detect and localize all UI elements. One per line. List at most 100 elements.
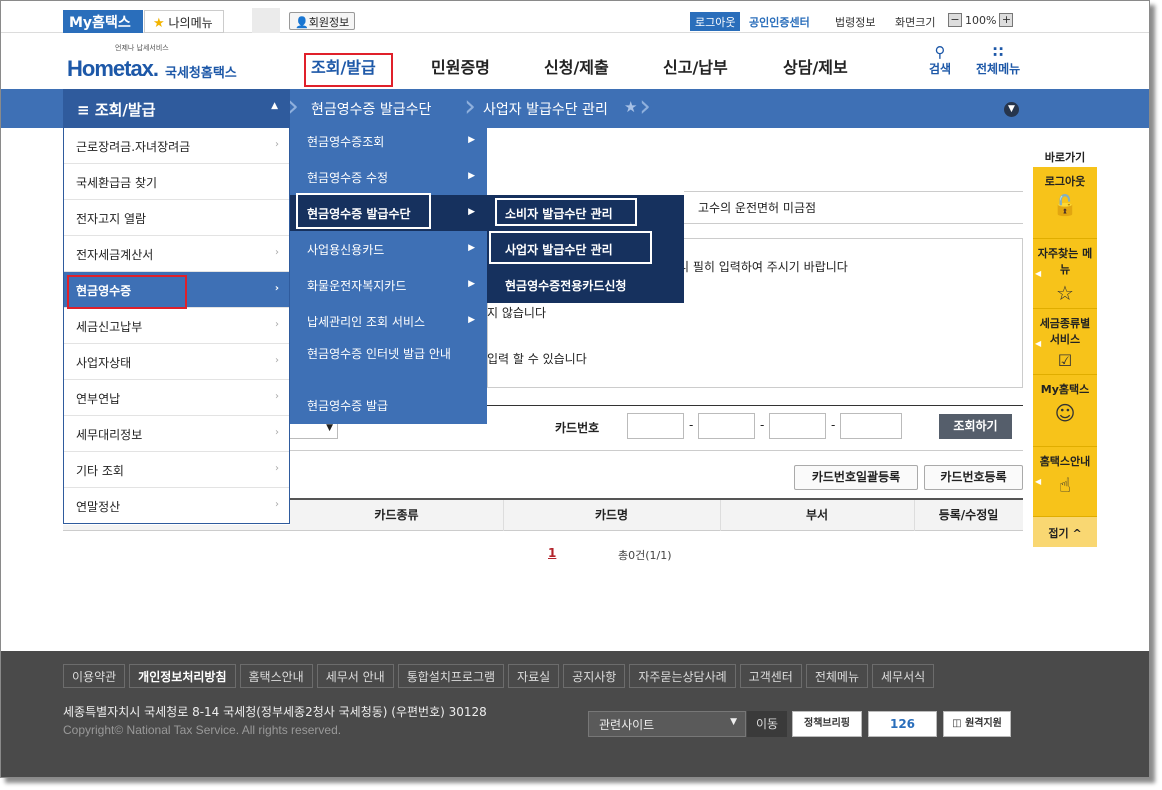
left-menu-item[interactable]: 근로장려금.자녀장려금 ›	[64, 128, 289, 164]
sub-menu-item[interactable]: 화물운전자복지카드 ▶	[290, 267, 487, 303]
left-menu-item[interactable]: 국세환급금 찾기	[64, 164, 289, 200]
footer-link[interactable]: 홈택스안내	[239, 664, 313, 688]
nav-civil-cert[interactable]: 민원증명	[431, 54, 490, 78]
quick-my-hometax-label: My홈택스	[1040, 383, 1090, 396]
hometax-logo[interactable]: 언제나 납세서비스 Hometax. 국세청홈택스	[63, 42, 253, 84]
chevron-down-icon: ▼	[730, 717, 737, 727]
left-menu-label: 세무대리정보	[76, 428, 143, 442]
footer-link[interactable]: 통합설치프로그램	[397, 664, 505, 688]
footer-link-privacy[interactable]: 개인정보처리방침	[129, 664, 236, 688]
menu-title-label: 조회/발급	[94, 101, 156, 119]
caret-right-icon: ▶	[468, 171, 475, 181]
chevron-down-icon[interactable]: ▼	[1004, 102, 1019, 117]
sub-menu-label: 현금영수증 발급	[307, 399, 389, 413]
quick-hometax-guide[interactable]: ◀ 홈택스안내 ☝	[1033, 447, 1097, 517]
sub-menu-label: 현금영수증조회	[307, 135, 385, 149]
chevron-right-icon: ›	[275, 499, 279, 510]
sub-menu-label: 사업용신용카드	[307, 243, 385, 257]
column-department: 부서	[805, 508, 829, 522]
left-menu-item[interactable]: 전자세금계산서 ›	[64, 236, 289, 272]
left-menu-item[interactable]: 전자고지 열람	[64, 200, 289, 236]
card-number-field-2[interactable]	[698, 413, 755, 439]
card-separator: -	[689, 418, 694, 432]
search-button[interactable]: ⚲ 검색	[929, 44, 951, 77]
left-menu-label: 연말정산	[76, 500, 121, 514]
footer-link[interactable]: 공지사항	[563, 664, 626, 688]
quick-fold-button[interactable]: 접기 ^	[1033, 517, 1097, 547]
card-number-field-1[interactable]	[627, 413, 684, 439]
quick-logout-label: 로그아웃	[1044, 175, 1086, 188]
column-card-type: 카드종류	[374, 508, 419, 522]
sub-menu-item[interactable]: 현금영수증 인터넷 발급 안내	[290, 341, 487, 385]
related-site-select[interactable]: 관련사이트 ▼	[588, 711, 746, 737]
highlight-box	[304, 53, 393, 87]
menu-title[interactable]: ≡ 조회/발급 ▲	[63, 89, 290, 128]
sub-menu-item[interactable]: 사업용신용카드 ▶	[290, 231, 487, 267]
sub-menu-item[interactable]: 현금영수증 발급	[290, 387, 487, 423]
sub-menu-item[interactable]: 납세관리인 조회 서비스 ▶	[290, 303, 487, 339]
member-info-button[interactable]: 👤회원정보	[289, 12, 356, 30]
logo-tagline: 언제나 납세서비스	[115, 44, 169, 52]
chevron-right-icon: ›	[275, 391, 279, 402]
my-menu-tab[interactable]: ★ 나의메뉴	[144, 10, 224, 33]
content-tab[interactable]: 고수의 운전면허 미금점	[684, 191, 1023, 224]
highlight-box	[495, 198, 637, 226]
zoom-level: 100%	[965, 13, 997, 27]
footer-link[interactable]: 전체메뉴	[805, 664, 869, 688]
nav-report-pay[interactable]: 신고/납부	[663, 54, 728, 78]
move-button[interactable]: 이동	[747, 711, 787, 737]
sub-menu-item[interactable]: 현금영수증조회 ▶	[290, 123, 487, 159]
footer-link[interactable]: 세무서식	[872, 664, 935, 688]
card-apply-menu-item[interactable]: 현금영수증전용카드신청	[487, 267, 684, 303]
person-icon: ☺	[1054, 401, 1076, 425]
favorite-star-icon[interactable]: ★	[624, 98, 637, 116]
left-menu-item[interactable]: 기타 조회 ›	[64, 452, 289, 488]
breadcrumb-item-1[interactable]: 현금영수증 발급수단	[311, 99, 431, 119]
left-menu-item[interactable]: 사업자상태 ›	[64, 344, 289, 380]
info-line-2: 지 않습니다	[487, 306, 547, 320]
left-menu-item[interactable]: 연부연납 ›	[64, 380, 289, 416]
call-126-banner[interactable]: 126	[868, 711, 937, 737]
footer-link[interactable]: 세무서 안내	[316, 664, 394, 688]
quick-tax-service[interactable]: ◀ 세금종류별 서비스 ☑	[1033, 309, 1097, 375]
cert-center-link[interactable]: 공인인증센터	[749, 14, 810, 30]
zoom-out-button[interactable]: −	[948, 13, 962, 27]
zoom-in-button[interactable]: +	[999, 13, 1014, 27]
footer-link[interactable]: 자료실	[508, 664, 560, 688]
my-menu-label: 나의메뉴	[168, 16, 213, 30]
footer-link[interactable]: 자주묻는상담사례	[629, 664, 736, 688]
blank-tab	[252, 8, 280, 33]
quick-my-hometax[interactable]: My홈택스 ☺	[1033, 375, 1097, 447]
quick-logout[interactable]: 로그아웃 🔓	[1033, 167, 1097, 239]
left-menu-label: 국세환급금 찾기	[76, 176, 158, 190]
caret-right-icon: ▶	[468, 279, 475, 289]
quick-favorite-menu[interactable]: ◀ 자주찾는 메뉴 ☆	[1033, 239, 1097, 309]
remote-support-banner[interactable]: ◫ 원격지원	[943, 711, 1011, 737]
nav-apply-submit[interactable]: 신청/제출	[544, 54, 609, 78]
card-number-field-3[interactable]	[769, 413, 826, 439]
nav-consult[interactable]: 상담/제보	[783, 54, 848, 78]
my-hometax-tab[interactable]: My홈택스	[63, 10, 143, 33]
register-button[interactable]: 카드번호등록	[924, 465, 1023, 490]
left-menu-item[interactable]: 세금신고납부 ›	[64, 308, 289, 344]
search-submit-button[interactable]: 조회하기	[939, 414, 1012, 439]
card-number-field-4[interactable]	[840, 413, 902, 439]
quick-favorite-label: 자주찾는 메뉴	[1037, 247, 1093, 276]
bulk-register-button[interactable]: 카드번호일괄등록	[794, 465, 918, 490]
sub-menu-item[interactable]: 현금영수증 수정 ▶	[290, 159, 487, 195]
page-link-1[interactable]: 1	[548, 546, 556, 560]
policy-briefing-banner[interactable]: 정책브리핑	[792, 711, 862, 737]
all-menu-button[interactable]: ∷ 전체메뉴	[976, 44, 1020, 77]
sub-menu-label: 현금영수증 인터넷 발급 안내	[307, 347, 451, 361]
left-menu-label: 전자세금계산서	[76, 248, 154, 262]
logout-button[interactable]: 로그아웃	[690, 12, 741, 31]
left-menu-item[interactable]: 연말정산 ›	[64, 488, 289, 524]
breadcrumb-item-2[interactable]: 사업자 발급수단 관리	[483, 99, 608, 119]
caret-right-icon: ▶	[468, 315, 475, 325]
footer-link[interactable]: 이용약관	[63, 664, 126, 688]
left-menu-label: 근로장려금.자녀장려금	[76, 140, 191, 154]
law-info-link[interactable]: 법령정보	[835, 14, 875, 30]
left-menu-item[interactable]: 세무대리정보 ›	[64, 416, 289, 452]
footer-copyright: Copyright© National Tax Service. All rig…	[63, 723, 342, 737]
footer-link[interactable]: 고객센터	[739, 664, 802, 688]
